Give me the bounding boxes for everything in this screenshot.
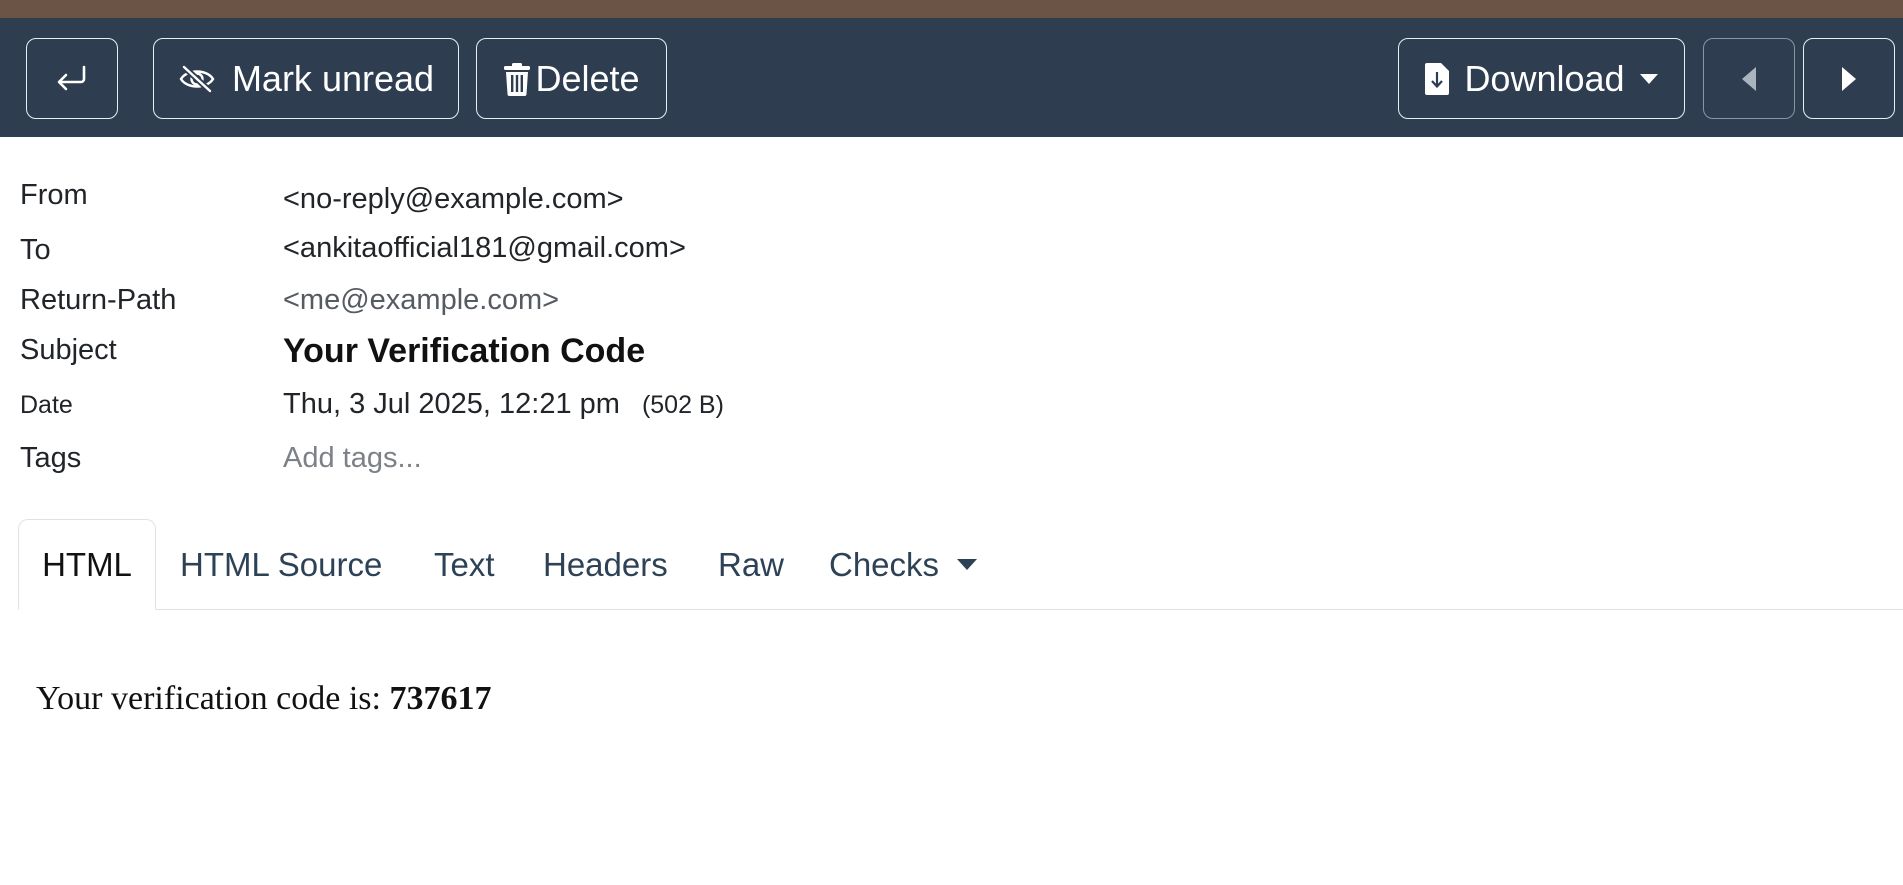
tab-text[interactable]: Text [434, 519, 495, 610]
mark-unread-label: Mark unread [231, 57, 435, 99]
date-label: Date [20, 391, 73, 419]
date-value: Thu, 3 Jul 2025, 12:21 pm [283, 388, 620, 420]
message-body-text: Your verification code is: [36, 680, 381, 717]
return-path-value: <me@example.com> [283, 284, 560, 316]
delete-label: Delete [535, 57, 640, 99]
eye-slash-icon [178, 64, 216, 94]
message-body: Your verification code is: 737617 [36, 680, 491, 718]
return-arrow-icon [54, 64, 90, 94]
delete-button[interactable]: Delete [476, 38, 667, 119]
to-label: To [20, 234, 51, 266]
tab-checks[interactable]: Checks [829, 519, 978, 610]
view-tabs: HTML HTML Source Text Headers Raw Checks [0, 519, 1903, 610]
date-value-group: Thu, 3 Jul 2025, 12:21 pm (502 B) [283, 388, 724, 421]
tags-label: Tags [20, 442, 82, 474]
back-button[interactable] [26, 38, 118, 119]
next-message-button[interactable] [1803, 38, 1895, 119]
file-download-icon [1424, 62, 1450, 96]
chevron-down-icon [957, 559, 978, 570]
tab-html-source[interactable]: HTML Source [180, 519, 382, 610]
previous-message-button[interactable] [1703, 38, 1795, 119]
subject-value: Your Verification Code [283, 332, 646, 370]
window-top-strip [0, 0, 1903, 18]
from-label: From [20, 179, 88, 211]
caret-right-icon [1840, 66, 1858, 92]
download-label: Download [1464, 57, 1625, 99]
to-value[interactable]: <ankitaofficial181@gmail.com> [283, 232, 686, 265]
download-dropdown-button[interactable]: Download [1398, 38, 1685, 119]
message-toolbar: Mark unread Delete Download [0, 18, 1903, 137]
tab-headers[interactable]: Headers [543, 519, 668, 610]
verification-code: 737617 [389, 680, 492, 717]
chevron-down-icon [1639, 73, 1659, 85]
caret-left-icon [1740, 66, 1758, 92]
message-size: (502 B) [641, 391, 724, 419]
trash-icon [503, 62, 531, 96]
mark-unread-button[interactable]: Mark unread [153, 38, 459, 119]
subject-label: Subject [20, 334, 117, 366]
tab-checks-label: Checks [829, 545, 940, 583]
tab-raw[interactable]: Raw [718, 519, 784, 610]
from-value[interactable]: <no-reply@example.com> [283, 183, 624, 216]
tags-input[interactable]: Add tags... [283, 442, 422, 475]
tab-html[interactable]: HTML [18, 519, 156, 610]
return-path-label: Return-Path [20, 284, 177, 316]
